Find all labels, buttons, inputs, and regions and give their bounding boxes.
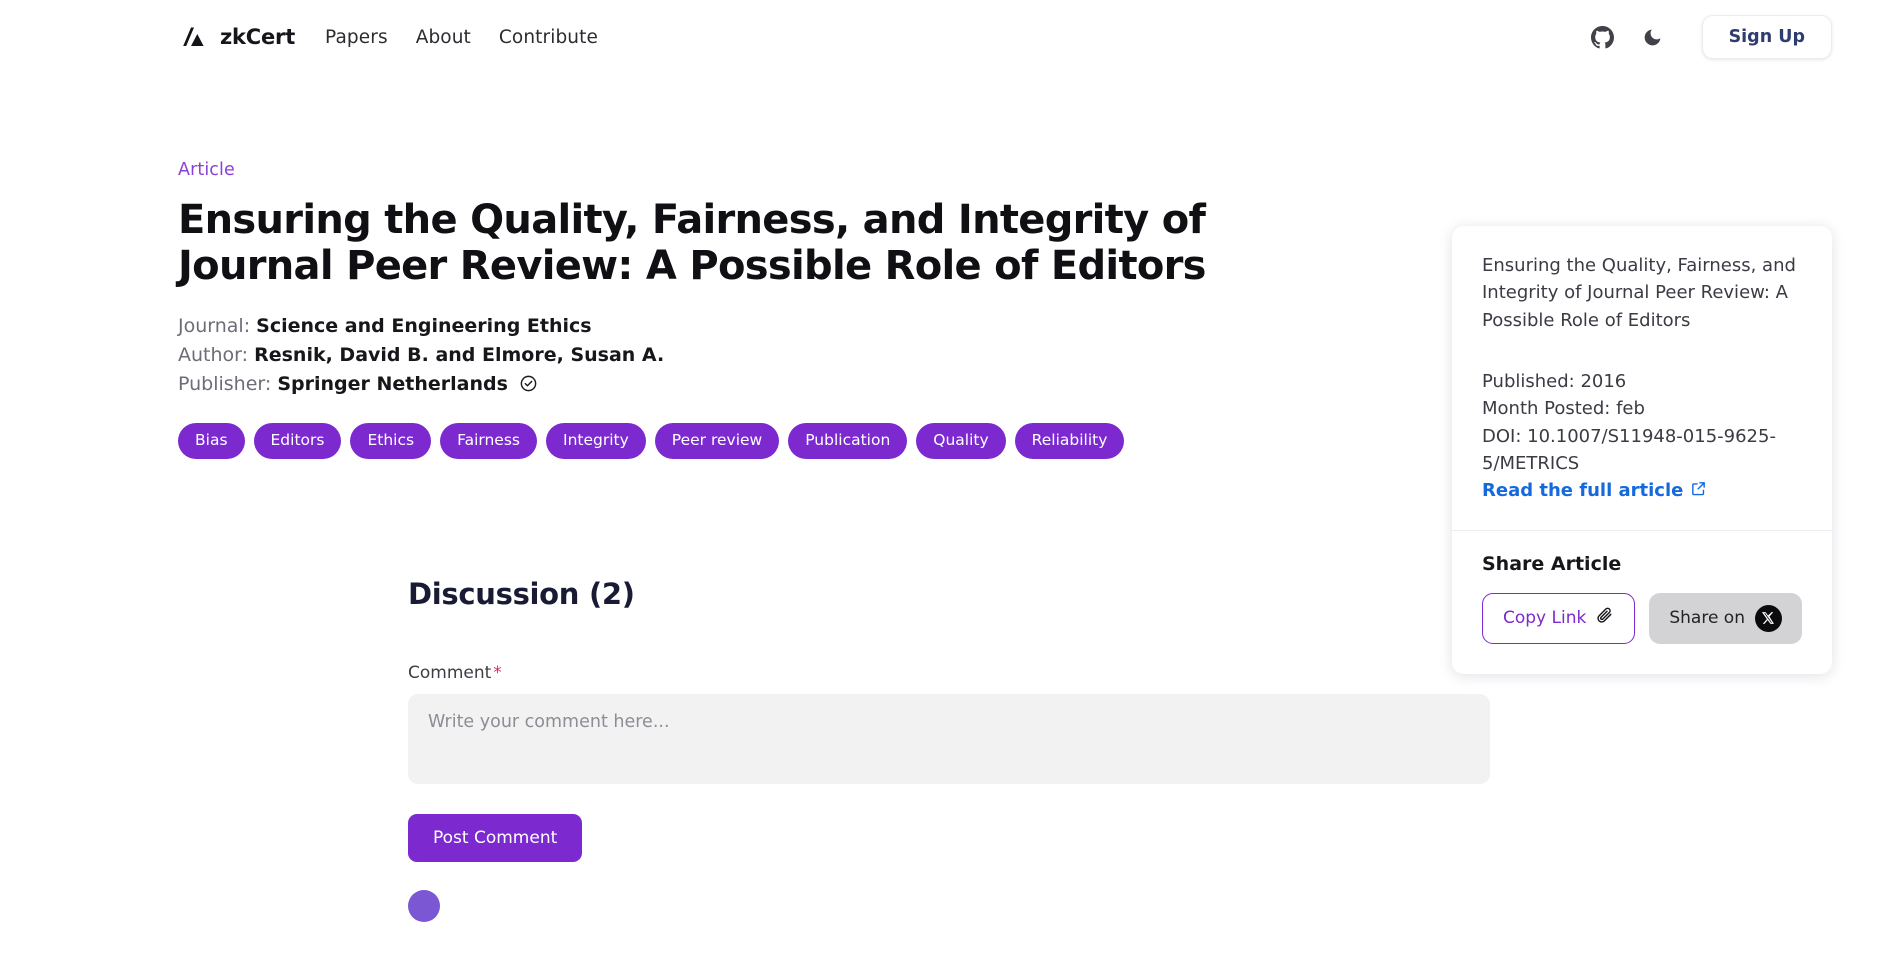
tag-item[interactable]: Bias (178, 423, 245, 459)
discussion-section: Discussion (2) Comment* Post Comment (408, 576, 1490, 922)
sign-up-button[interactable]: Sign Up (1701, 15, 1832, 59)
author-label: Author: (178, 343, 249, 366)
author-line: Author: Resnik, David B. and Elmore, Sus… (178, 341, 1288, 370)
publisher-value: Springer Netherlands (277, 372, 508, 395)
brand-name: zkCert (220, 25, 296, 49)
read-full-article-link[interactable]: Read the full article (1482, 480, 1707, 502)
comment-list (408, 889, 1488, 922)
tag-item[interactable]: Reliability (1014, 423, 1125, 459)
tag-item[interactable]: Fairness (440, 423, 537, 459)
tag-item[interactable]: Editors (253, 423, 342, 459)
nav-item-about[interactable]: About (416, 27, 471, 48)
publisher-line: Publisher: Springer Netherlands (178, 370, 1288, 402)
nav-item-contribute[interactable]: Contribute (499, 27, 598, 48)
site-header: zkCert Papers About Contribute Sign Up (0, 0, 1887, 74)
journal-value: Science and Engineering Ethics (256, 314, 592, 337)
avatar (408, 889, 440, 922)
comment-field-label: Comment * (408, 663, 1488, 683)
github-icon[interactable] (1588, 22, 1618, 52)
nav-item-papers[interactable]: Papers (325, 27, 388, 48)
moon-icon[interactable] (1638, 22, 1668, 52)
share-article-section: Share Article Copy Link Share on (1452, 531, 1832, 674)
x-logo-icon (1754, 604, 1782, 632)
article-header: Article Ensuring the Quality, Fairness, … (178, 74, 1288, 459)
publisher-label: Publisher: (178, 372, 272, 395)
slash-triangle-logo-icon (178, 22, 208, 52)
comment-label-text: Comment (408, 662, 492, 683)
read-full-article-label: Read the full article (1482, 480, 1684, 502)
content-type-label: Article (178, 160, 235, 180)
copy-link-button[interactable]: Copy Link (1482, 592, 1636, 644)
post-comment-button[interactable]: Post Comment (408, 813, 583, 862)
tag-item[interactable]: Integrity (546, 423, 646, 459)
copy-link-label: Copy Link (1503, 608, 1587, 629)
share-article-heading: Share Article (1482, 552, 1622, 575)
journal-line: Journal: Science and Engineering Ethics (178, 312, 1288, 341)
external-link-icon (1690, 480, 1707, 502)
month-posted: Month Posted: feb (1482, 398, 1645, 420)
brand-logo[interactable]: zkCert (178, 22, 295, 52)
tag-item[interactable]: Quality (916, 423, 1006, 459)
published-year: Published: 2016 (1482, 371, 1627, 393)
journal-label: Journal: (178, 314, 251, 337)
share-on-x-button[interactable]: Share on (1649, 592, 1802, 644)
tag-item[interactable]: Peer review (654, 423, 780, 459)
doi-value: DOI: 10.1007/S11948-015-9625-5/METRICS (1482, 425, 1776, 475)
tag-list: Bias Editors Ethics Fairness Integrity P… (178, 423, 1288, 459)
side-article-title: Ensuring the Quality, Fairness, and Inte… (1482, 255, 1796, 331)
author-value: Resnik, David B. and Elmore, Susan A. (254, 343, 665, 366)
comment-input[interactable] (408, 693, 1490, 784)
article-info-card: Ensuring the Quality, Fairness, and Inte… (1452, 226, 1832, 674)
share-buttons: Copy Link Share on (1482, 592, 1802, 644)
share-on-x-label: Share on (1669, 608, 1745, 629)
header-actions: Sign Up (1588, 15, 1832, 59)
verified-check-icon (519, 373, 538, 402)
main-nav: Papers About Contribute (325, 27, 598, 48)
page-title: Ensuring the Quality, Fairness, and Inte… (178, 197, 1206, 290)
page-body: Article Ensuring the Quality, Fairness, … (0, 74, 1887, 922)
required-asterisk: * (493, 662, 502, 683)
paperclip-icon (1595, 606, 1614, 630)
tag-item[interactable]: Ethics (350, 423, 432, 459)
tag-item[interactable]: Publication (788, 423, 908, 459)
article-info-body: Ensuring the Quality, Fairness, and Inte… (1452, 226, 1832, 530)
discussion-heading: Discussion (2) (408, 576, 635, 611)
